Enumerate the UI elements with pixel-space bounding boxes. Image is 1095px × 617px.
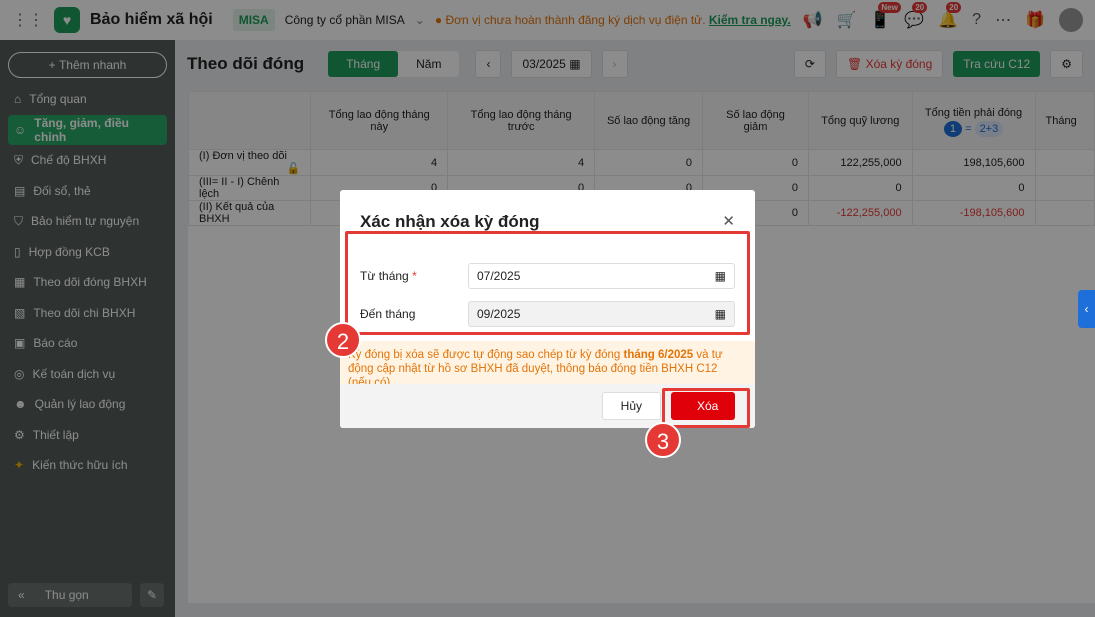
step-marker-3: 3 bbox=[645, 422, 681, 458]
highlight-fields bbox=[345, 231, 750, 335]
close-icon[interactable]: ✕ bbox=[722, 212, 735, 232]
dialog-title: Xác nhận xóa kỳ đóng bbox=[360, 212, 540, 231]
side-panel-toggle[interactable]: ‹ bbox=[1078, 290, 1095, 328]
delete-note: Kỳ đóng bị xóa sẽ được tự động sao chép … bbox=[340, 341, 755, 389]
chevron-left-icon: ‹ bbox=[1084, 302, 1089, 316]
highlight-delete-button bbox=[662, 388, 750, 428]
cancel-button[interactable]: Hủy bbox=[601, 392, 661, 420]
step-marker-2: 2 bbox=[325, 322, 361, 358]
